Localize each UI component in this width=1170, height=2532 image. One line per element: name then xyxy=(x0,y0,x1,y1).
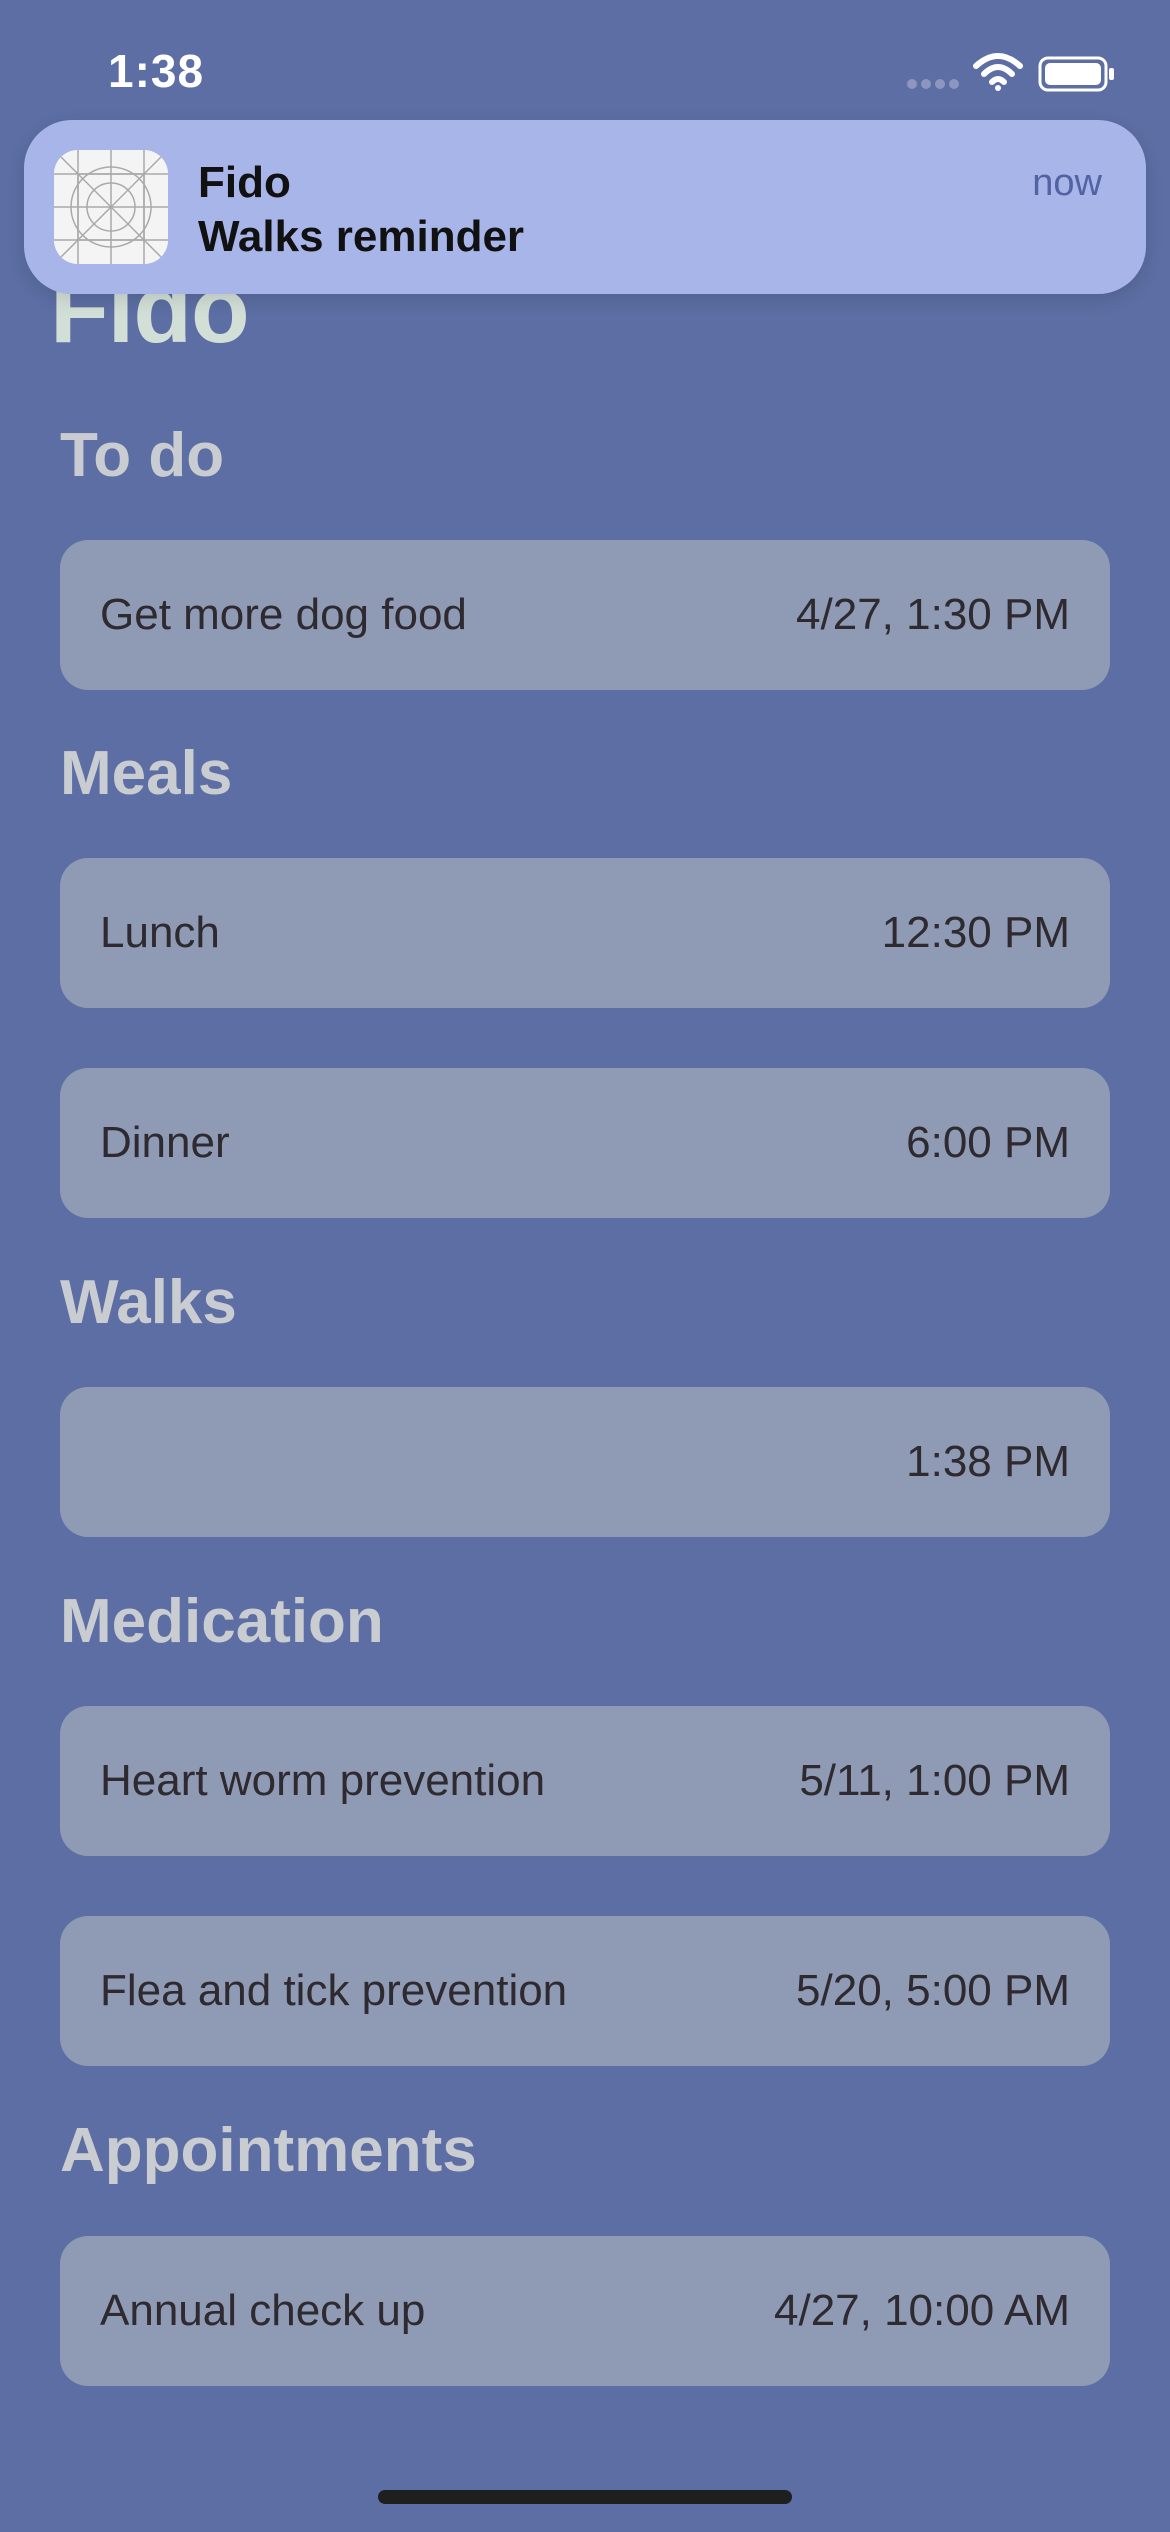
todo-row-dog-food[interactable]: Get more dog food 4/27, 1:30 PM xyxy=(60,540,1110,690)
wifi-icon xyxy=(973,53,1023,91)
notification-time: now xyxy=(1032,162,1102,204)
row-title: Get more dog food xyxy=(100,590,467,639)
medication-row-heart-worm[interactable]: Heart worm prevention 5/11, 1:00 PM xyxy=(60,1706,1110,1856)
section-title-walks: Walks xyxy=(60,1268,237,1337)
row-time: 4/27, 1:30 PM xyxy=(796,590,1070,639)
row-title: Annual check up xyxy=(100,2286,426,2335)
section-title-medication: Medication xyxy=(60,1587,384,1656)
signal-icon xyxy=(907,79,959,89)
section-title-meals: Meals xyxy=(60,739,233,808)
walk-row[interactable]: 1:38 PM xyxy=(60,1387,1110,1537)
notification-message: Walks reminder xyxy=(198,212,525,261)
row-time: 5/20, 5:00 PM xyxy=(796,1966,1070,2015)
status-time: 1:38 xyxy=(108,45,205,97)
medication-row-flea-tick[interactable]: Flea and tick prevention 5/20, 5:00 PM xyxy=(60,1916,1110,2066)
home-indicator[interactable] xyxy=(378,2490,792,2504)
notification-app-name: Fido xyxy=(198,158,291,207)
row-time: 5/11, 1:00 PM xyxy=(799,1756,1070,1805)
row-title: Dinner xyxy=(100,1118,230,1167)
notification-banner[interactable]: Fido Walks reminder now xyxy=(24,120,1146,294)
row-time: 1:38 PM xyxy=(906,1437,1070,1486)
appointment-row-check-up[interactable]: Annual check up 4/27, 10:00 AM xyxy=(60,2236,1110,2386)
row-title: Flea and tick prevention xyxy=(100,1966,568,2015)
row-time: 4/27, 10:00 AM xyxy=(774,2286,1070,2335)
section-title-appointments: Appointments xyxy=(60,2116,477,2185)
section-title-to-do: To do xyxy=(60,421,225,490)
row-time: 12:30 PM xyxy=(881,908,1070,957)
row-title: Lunch xyxy=(100,908,220,957)
row-time: 6:00 PM xyxy=(906,1118,1070,1167)
row-title: Heart worm prevention xyxy=(100,1756,546,1805)
app-screen: 1:38 Fido To do Get more dog food 4/27, … xyxy=(0,0,1170,2532)
meal-row-lunch[interactable]: Lunch 12:30 PM xyxy=(60,858,1110,1008)
meal-row-dinner[interactable]: Dinner 6:00 PM xyxy=(60,1068,1110,1218)
app-icon xyxy=(54,150,168,264)
battery-icon xyxy=(1038,56,1114,92)
status-bar: 1:38 xyxy=(0,0,1170,120)
